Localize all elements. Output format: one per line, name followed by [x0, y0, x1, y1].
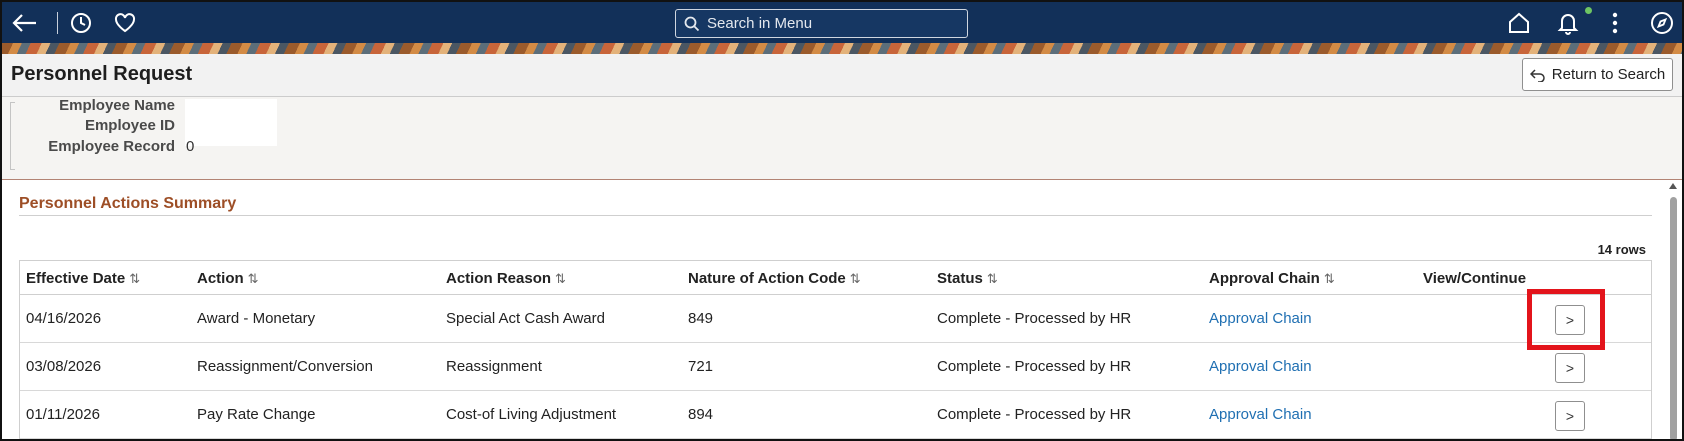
table-row: 04/16/2026 Award - Monetary Special Act … [20, 295, 1651, 343]
cell-action-reason: Reassignment [446, 358, 542, 375]
cell-action: Reassignment/Conversion [197, 358, 373, 375]
sort-icon[interactable]: ⇅ [248, 271, 259, 286]
approval-chain-link[interactable]: Approval Chain [1209, 406, 1312, 423]
cell-status: Complete - Processed by HR [937, 406, 1132, 423]
app-frame: Search in Menu Personnel Request Return … [0, 0, 1684, 441]
home-icon[interactable] [1506, 10, 1532, 36]
chevron-right-icon: > [1565, 408, 1575, 424]
cell-action: Pay Rate Change [197, 406, 316, 423]
cell-effective-date: 04/16/2026 [26, 310, 102, 327]
page-title: Personnel Request [11, 63, 193, 85]
section-divider [19, 215, 1652, 216]
return-arrow-icon [1529, 68, 1545, 82]
col-header-action[interactable]: Action ⇅ [197, 270, 259, 287]
divider [57, 12, 58, 34]
notifications-bell-icon[interactable] [1555, 10, 1581, 36]
notification-dot [1585, 7, 1592, 14]
cell-noa-code: 894 [688, 406, 714, 423]
cell-effective-date: 03/08/2026 [26, 358, 102, 375]
info-bracket [10, 102, 15, 170]
search-icon [684, 16, 700, 31]
cell-action: Award - Monetary [197, 310, 316, 327]
cell-action-reason: Cost-of Living Adjustment [446, 406, 617, 423]
col-header-noa-code[interactable]: Nature of Action Code ⇅ [688, 270, 861, 287]
sort-icon[interactable]: ⇅ [555, 271, 566, 286]
grid-header: Effective Date ⇅ Action ⇅ Action Reason ⇅ N… [20, 261, 1651, 295]
table-row: 03/08/2026 Reassignment/Conversion Reass… [20, 343, 1651, 391]
back-arrow-icon[interactable] [11, 10, 37, 36]
cell-status: Complete - Processed by HR [937, 310, 1132, 327]
employee-record-value: 0 [186, 138, 195, 155]
search-placeholder: Search in Menu [707, 15, 813, 32]
banner-pattern [2, 43, 1682, 54]
col-header-status[interactable]: Status ⇅ [937, 270, 998, 287]
sort-icon[interactable]: ⇅ [129, 271, 140, 286]
col-header-approval-chain[interactable]: Approval Chain ⇅ [1209, 270, 1335, 287]
highlight-annotation [1527, 289, 1605, 350]
approval-chain-link[interactable]: Approval Chain [1209, 358, 1312, 375]
history-icon[interactable] [68, 10, 94, 36]
employee-record-label: Employee Record [48, 138, 175, 155]
cell-effective-date: 01/11/2026 [26, 406, 100, 423]
approval-chain-link[interactable]: Approval Chain [1209, 310, 1312, 327]
sort-icon[interactable]: ⇅ [1324, 271, 1335, 286]
cell-action-reason: Special Act Cash Award [446, 310, 605, 327]
cell-status: Complete - Processed by HR [937, 358, 1132, 375]
sort-icon[interactable]: ⇅ [987, 271, 998, 286]
redacted-employee-values [185, 99, 277, 146]
table-row: 01/11/2026 Pay Rate Change Cost-of Livin… [20, 391, 1651, 439]
col-header-view-continue: View/Continue [1423, 270, 1527, 287]
vertical-scrollbar[interactable] [1667, 180, 1680, 439]
top-banner: Search in Menu [2, 2, 1682, 43]
more-menu-icon[interactable] [1602, 10, 1628, 36]
navigator-compass-icon[interactable] [1649, 10, 1675, 36]
section-title: Personnel Actions Summary [19, 195, 237, 212]
page-header: Personnel Request Return to Search [2, 54, 1682, 97]
employee-name-label: Employee Name [59, 97, 175, 114]
personnel-actions-grid: Effective Date ⇅ Action ⇅ Action Reason ⇅ N… [19, 260, 1652, 439]
employee-info-panel: Employee Name Employee ID Employee Recor… [2, 97, 1682, 180]
scroll-up-arrow-icon[interactable] [1669, 183, 1677, 189]
employee-id-label: Employee ID [84, 117, 175, 134]
cell-noa-code: 721 [688, 358, 714, 375]
search-input[interactable]: Search in Menu [675, 9, 968, 38]
view-continue-button[interactable]: > [1555, 401, 1585, 431]
view-continue-button[interactable]: > [1555, 353, 1585, 383]
return-to-search-label: Return to Search [1551, 66, 1666, 83]
scrollbar-thumb[interactable] [1670, 197, 1677, 439]
col-header-effective-date[interactable]: Effective Date ⇅ [26, 270, 140, 287]
row-count: 14 rows [1597, 242, 1646, 257]
sort-icon[interactable]: ⇅ [850, 271, 861, 286]
cell-noa-code: 849 [688, 310, 714, 327]
return-to-search-button[interactable]: Return to Search [1522, 58, 1673, 91]
favorite-heart-icon[interactable] [112, 10, 138, 36]
col-header-action-reason[interactable]: Action Reason ⇅ [446, 270, 566, 287]
chevron-right-icon: > [1565, 360, 1575, 376]
